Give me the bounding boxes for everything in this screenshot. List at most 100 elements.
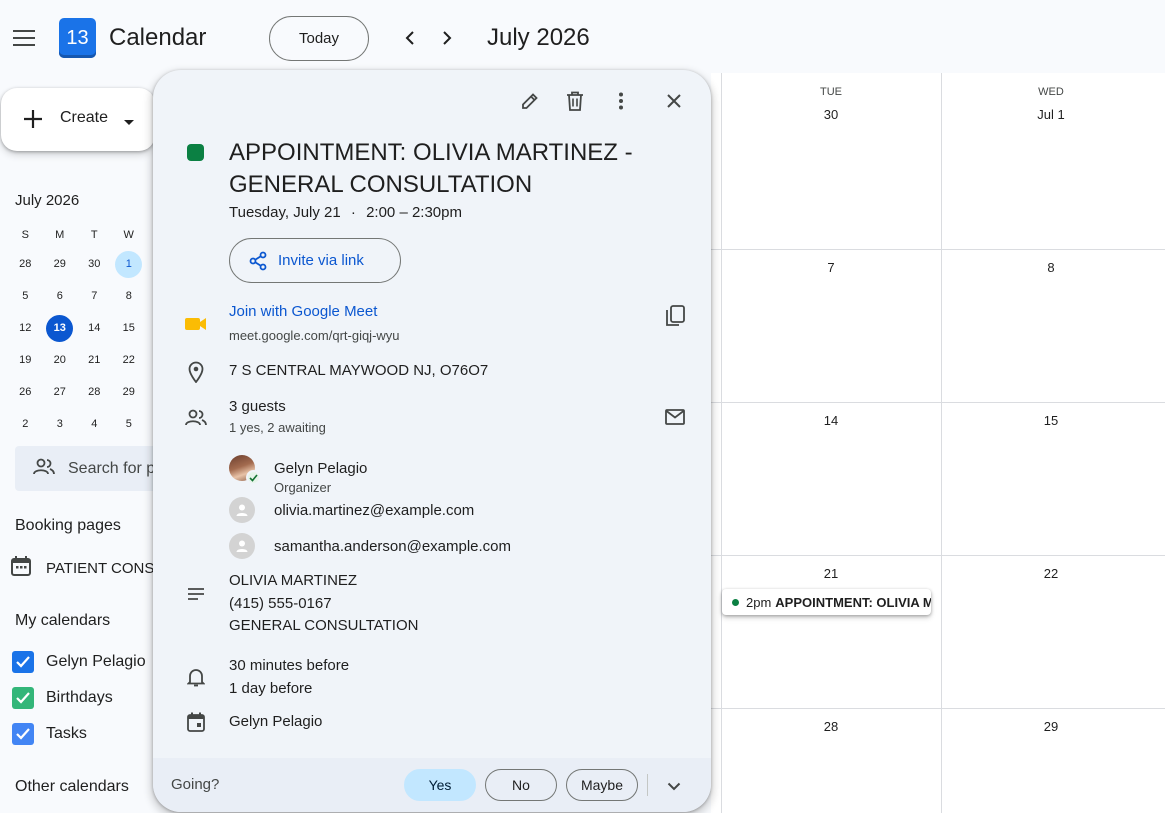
mini-day[interactable]: 15 (112, 315, 147, 342)
rsvp-maybe-button[interactable]: Maybe (566, 769, 638, 801)
month-grid[interactable]: TUE WED 30 Jul 1 7 8 14 15 21 22 28 29 (711, 73, 1165, 813)
day-number[interactable]: 14 (721, 413, 941, 428)
calendar-item-tasks[interactable]: Tasks (12, 722, 87, 746)
mini-day[interactable]: 6 (43, 283, 78, 310)
google-meet-icon (183, 311, 209, 337)
chevron-left-icon[interactable] (396, 24, 424, 52)
avatar (229, 455, 261, 485)
mini-calendar-title: July 2026 (15, 192, 80, 209)
event-color-square (187, 144, 204, 161)
mini-day[interactable]: 8 (112, 283, 147, 310)
search-people-placeholder: Search for p (68, 460, 156, 477)
copy-icon[interactable] (659, 300, 691, 332)
calendar-item-gelyn[interactable]: Gelyn Pelagio (12, 650, 146, 674)
share-icon (248, 251, 268, 271)
day-number[interactable]: 30 (721, 107, 941, 122)
going-prompt: Going? (171, 776, 220, 793)
mini-day-today[interactable]: 13 (43, 314, 78, 342)
close-icon[interactable] (658, 85, 690, 117)
mini-day[interactable]: 29 (43, 251, 78, 278)
mini-day[interactable]: 14 (77, 315, 112, 342)
rsvp-yes-button[interactable]: Yes (404, 769, 476, 801)
guests-count: 3 guests (229, 398, 286, 415)
mini-day[interactable]: 5 (8, 283, 43, 310)
today-button[interactable]: Today (269, 16, 369, 61)
booking-calendar-icon (10, 555, 32, 582)
guest-organizer[interactable]: Gelyn Pelagio Organizer (229, 453, 367, 495)
mini-day[interactable]: 4 (77, 411, 112, 438)
more-options-icon[interactable] (605, 85, 637, 117)
checkbox-checked-icon[interactable] (12, 687, 34, 709)
mini-day[interactable]: 12 (8, 315, 43, 342)
day-number[interactable]: 15 (941, 413, 1161, 428)
booking-page-item[interactable]: PATIENT CONS (10, 555, 154, 581)
edit-pencil-icon[interactable] (514, 85, 546, 117)
mini-day[interactable]: 5 (112, 411, 147, 438)
mini-day[interactable]: 3 (43, 411, 78, 438)
mini-weekday: S (21, 229, 29, 241)
rsvp-no-button[interactable]: No (485, 769, 557, 801)
event-date: Tuesday, July 21 (229, 204, 341, 221)
event-chip-title: APPOINTMENT: OLIVIA MARTINEZ - GENERAL C… (775, 594, 931, 610)
rsvp-bar: Going? Yes No Maybe (153, 758, 711, 812)
mini-day[interactable]: 27 (43, 379, 78, 406)
mini-weekday: W (123, 229, 134, 241)
weekday-header-tue: TUE (820, 86, 842, 98)
guest-name: samantha.anderson@example.com (274, 537, 512, 555)
event-description: OLIVIA MARTINEZ (415) 555-0167 GENERAL C… (229, 570, 418, 638)
mini-day[interactable]: 22 (112, 347, 147, 374)
mini-day[interactable]: 7 (77, 283, 112, 310)
day-number[interactable]: 8 (941, 260, 1161, 275)
checkbox-checked-icon[interactable] (12, 651, 34, 673)
guest-item[interactable]: olivia.martinez@example.com (229, 495, 474, 525)
current-month-title: July 2026 (487, 24, 590, 51)
day-number[interactable]: 28 (721, 719, 941, 734)
mini-day[interactable]: 28 (8, 251, 43, 278)
mini-day[interactable]: 26 (8, 379, 43, 406)
day-number[interactable]: 22 (941, 566, 1161, 581)
mini-day-selected[interactable]: 1 (112, 250, 147, 278)
calendar-item-birthdays[interactable]: Birthdays (12, 686, 113, 710)
join-meet-link[interactable]: Join with Google Meet (229, 303, 377, 320)
event-datetime: Tuesday, July 21 · 2:00 – 2:30pm (229, 204, 462, 221)
mini-day[interactable]: 30 (77, 251, 112, 278)
day-number[interactable]: Jul 1 (941, 107, 1161, 122)
event-location: 7 S CENTRAL MAYWOOD NJ, O76O7 (229, 362, 489, 379)
mini-day[interactable]: 29 (112, 379, 147, 406)
day-number[interactable]: 21 (721, 566, 941, 581)
mini-day[interactable]: 2 (8, 411, 43, 438)
mini-weekday: M (55, 229, 65, 241)
email-guests-icon[interactable] (659, 401, 691, 433)
calendar-icon (183, 709, 209, 735)
reminder-item: 1 day before (229, 680, 313, 697)
mini-day[interactable]: 21 (77, 347, 112, 374)
mini-day[interactable]: 28 (77, 379, 112, 406)
event-chip[interactable]: 2pm APPOINTMENT: OLIVIA MARTINEZ - GENER… (722, 589, 931, 615)
calendar-logo[interactable]: 13 (59, 18, 96, 58)
bell-icon (183, 664, 209, 690)
create-button[interactable]: Create (1, 88, 155, 151)
mini-day[interactable]: 20 (43, 347, 78, 374)
checkbox-checked-icon[interactable] (12, 723, 34, 745)
mini-day[interactable]: 19 (8, 347, 43, 374)
mini-weekday: T (90, 229, 98, 241)
meet-url: meet.google.com/qrt-giqj-wyu (229, 328, 400, 343)
delete-trash-icon[interactable] (559, 85, 591, 117)
event-calendar-owner: Gelyn Pelagio (229, 713, 323, 730)
chevron-right-icon[interactable] (433, 24, 461, 52)
caret-down-icon[interactable] (123, 114, 135, 132)
booking-page-label: PATIENT CONS (46, 559, 155, 577)
people-icon (33, 458, 55, 481)
search-people-input[interactable]: Search for p (15, 446, 175, 491)
guest-item[interactable]: samantha.anderson@example.com (229, 531, 511, 561)
main-menu-icon[interactable] (6, 20, 42, 56)
booking-pages-heading: Booking pages (15, 517, 121, 534)
my-calendars-heading: My calendars (15, 612, 111, 629)
day-number[interactable]: 29 (941, 719, 1161, 734)
invite-via-link-button[interactable]: Invite via link (229, 238, 401, 283)
chevron-down-icon[interactable] (661, 773, 687, 799)
plus-icon (21, 107, 45, 136)
day-number[interactable]: 7 (721, 260, 941, 275)
accepted-check-icon (246, 470, 261, 485)
app-title: Calendar (109, 24, 207, 51)
